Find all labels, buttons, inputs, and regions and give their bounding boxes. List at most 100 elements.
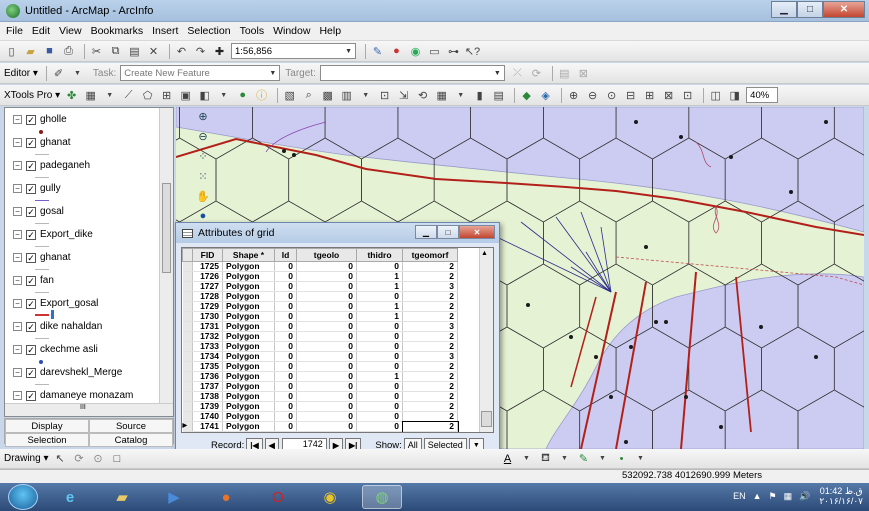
zoom-in-fixed-icon[interactable]: ⊕ xyxy=(566,88,581,103)
row-selector[interactable] xyxy=(182,361,193,372)
fixed-zoom-in-icon[interactable]: ⁘ xyxy=(195,148,211,164)
clock[interactable]: 01:42 ق.ظ ۲۰۱۶/۱۶/۰۷ xyxy=(819,486,863,506)
model-builder-icon[interactable]: ⊶ xyxy=(446,44,461,59)
layer-visibility-checkbox[interactable]: ✓ xyxy=(26,137,36,148)
collapse-icon[interactable]: − xyxy=(13,322,22,331)
layout-zoom-out-icon[interactable]: ◨ xyxy=(727,88,742,103)
toc-layer-item[interactable]: − ✓ gully xyxy=(13,183,61,194)
toc-layer-item[interactable]: − ✓ ghanat xyxy=(13,252,71,263)
layer-visibility-checkbox[interactable]: ✓ xyxy=(26,114,36,125)
table-cell[interactable]: Polygon xyxy=(222,351,275,362)
table-cell[interactable]: 0 xyxy=(274,301,297,312)
table-cell[interactable]: 1736 xyxy=(192,371,223,382)
chevron-down-icon[interactable]: ▼ xyxy=(633,451,648,466)
table-cell[interactable]: 0 xyxy=(296,331,357,342)
split-tool-icon[interactable]: ⤫ xyxy=(510,66,525,81)
table-cell[interactable]: 0 xyxy=(274,271,297,282)
chevron-down-icon[interactable]: ▼ xyxy=(70,66,85,81)
editor-toolbar-icon[interactable]: ✎ xyxy=(370,44,385,59)
row-selector[interactable] xyxy=(182,381,193,392)
table-cell[interactable]: 0 xyxy=(274,331,297,342)
collapse-icon[interactable]: − xyxy=(13,230,22,239)
table-row[interactable]: 1732 Polygon 0 0 0 2 xyxy=(182,331,458,342)
table-cell[interactable]: 0 xyxy=(274,381,297,392)
chevron-down-icon[interactable]: ▼ xyxy=(216,88,231,103)
chevron-down-icon[interactable]: ▼ xyxy=(453,88,468,103)
firefox-icon[interactable]: ● xyxy=(206,485,246,509)
copy-icon[interactable]: ⧉ xyxy=(108,44,123,59)
toc-layer-item[interactable]: − ✓ gosal xyxy=(13,206,64,217)
table-cell[interactable]: 1738 xyxy=(192,391,223,402)
table-cell[interactable]: 2 xyxy=(402,331,458,342)
layer-visibility-checkbox[interactable]: ✓ xyxy=(26,206,36,217)
attributes-close-button[interactable]: ✕ xyxy=(459,225,495,239)
add-data-icon[interactable]: ✚ xyxy=(212,44,227,59)
table-cell[interactable]: 1739 xyxy=(192,401,223,412)
opera-icon[interactable]: O xyxy=(258,485,298,509)
table-cell[interactable]: 0 xyxy=(296,371,357,382)
back-extent-icon[interactable]: ⊟ xyxy=(623,88,638,103)
zoom-percent-combo[interactable]: 40% xyxy=(746,87,779,103)
paste-icon[interactable]: ▤ xyxy=(127,44,142,59)
row-selector[interactable] xyxy=(182,341,193,352)
table-cell[interactable]: 1734 xyxy=(192,351,223,362)
table-cell[interactable]: Polygon xyxy=(222,311,275,322)
attributes-maximize-button[interactable]: □ xyxy=(437,225,459,239)
table-cell[interactable]: 3 xyxy=(402,321,458,332)
target-combo[interactable]: ▼ xyxy=(319,65,505,81)
row-selector[interactable] xyxy=(182,321,193,332)
sketch-properties-icon[interactable]: ⊠ xyxy=(576,66,591,81)
table-cell[interactable]: 0 xyxy=(296,401,357,412)
measure-icon[interactable]: ⊡ xyxy=(377,88,392,103)
zoom-in-icon[interactable]: ⊕ xyxy=(195,108,211,124)
table-cell[interactable]: Polygon xyxy=(222,321,275,332)
table-cell[interactable]: 0 xyxy=(356,401,403,412)
table-cell[interactable]: 0 xyxy=(274,291,297,302)
toc-layer-item[interactable]: − ✓ gholle xyxy=(13,114,67,125)
attributes-icon[interactable]: ▤ xyxy=(557,66,572,81)
info-icon[interactable]: ⓘ xyxy=(254,88,269,103)
rectangle-icon[interactable]: □ xyxy=(109,451,124,466)
tab-source[interactable]: Source xyxy=(89,419,173,433)
file-explorer-icon[interactable]: ▰ xyxy=(102,485,142,509)
toc-layer-item[interactable]: − ✓ dike nahaldan xyxy=(13,321,102,332)
table-cell[interactable]: 0 xyxy=(356,381,403,392)
table-cell[interactable]: 0 xyxy=(356,411,403,422)
rotate-tool-icon[interactable]: ⟳ xyxy=(529,66,544,81)
row-selector[interactable] xyxy=(182,261,193,272)
arctoolbox-icon[interactable]: ● xyxy=(389,44,404,59)
table-cell[interactable]: 1731 xyxy=(192,321,223,332)
menu-help[interactable]: Help xyxy=(319,25,341,37)
layer-visibility-checkbox[interactable]: ✓ xyxy=(26,321,36,332)
xtools-green-icon[interactable]: ✤ xyxy=(64,88,79,103)
table-cell[interactable]: 0 xyxy=(356,291,403,302)
table-cell[interactable]: 1726 xyxy=(192,271,223,282)
row-selector[interactable]: ▶ xyxy=(182,421,193,432)
identify-icon[interactable]: ⊡ xyxy=(680,88,695,103)
row-selector[interactable] xyxy=(182,411,193,422)
table-cell[interactable]: 0 xyxy=(296,291,357,302)
table-icon[interactable]: ▦ xyxy=(83,88,98,103)
menu-file[interactable]: File xyxy=(6,25,23,37)
table-row[interactable]: 1734 Polygon 0 0 0 3 xyxy=(182,351,458,362)
toc-scroll-thumb[interactable] xyxy=(162,183,171,273)
editor-menu[interactable]: Editor ▾ xyxy=(4,68,38,79)
menu-view[interactable]: View xyxy=(59,25,82,37)
column-header-tgeomorf[interactable]: tgeomorf xyxy=(402,248,458,262)
forward-extent-icon[interactable]: ⊞ xyxy=(642,88,657,103)
table-cell[interactable]: 0 xyxy=(356,341,403,352)
rotate-icon[interactable]: ⟳ xyxy=(71,451,86,466)
table-cell[interactable]: 1 xyxy=(356,281,403,292)
table-cell[interactable]: Polygon xyxy=(222,281,275,292)
table-cell[interactable]: 0 xyxy=(296,361,357,372)
table-cell[interactable]: 1725 xyxy=(192,261,223,272)
sketch-tool-icon[interactable]: ✐ xyxy=(51,66,66,81)
whats-this-icon[interactable]: ↖? xyxy=(465,44,480,59)
row-selector[interactable] xyxy=(182,291,193,302)
table-cell[interactable]: Polygon xyxy=(222,381,275,392)
table-cell[interactable]: 1729 xyxy=(192,301,223,312)
layer-visibility-checkbox[interactable]: ✓ xyxy=(26,298,36,309)
collapse-icon[interactable]: − xyxy=(13,276,22,285)
table-cell[interactable]: 3 xyxy=(402,351,458,362)
table-cell[interactable]: 0 xyxy=(296,281,357,292)
